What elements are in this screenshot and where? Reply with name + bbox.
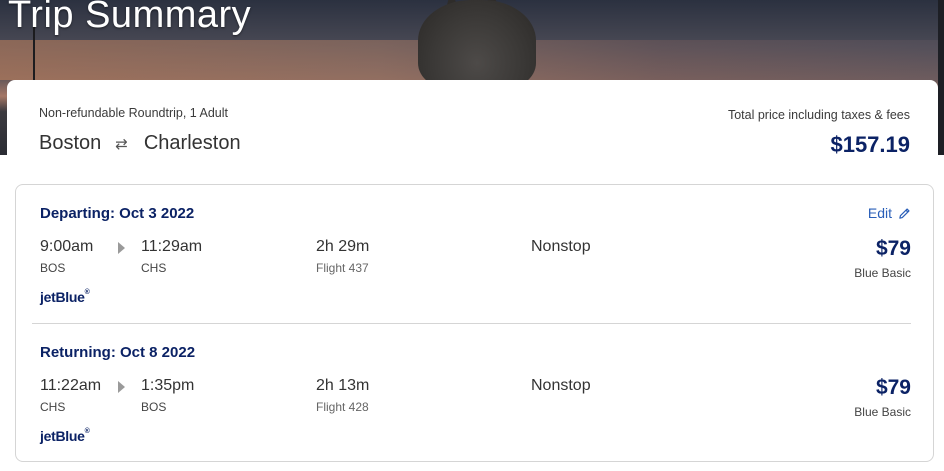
flights-box: Departing: Oct 3 2022 Edit 9:00am 11:29a… bbox=[15, 184, 934, 462]
edit-label: Edit bbox=[867, 205, 892, 221]
returning-segment: Returning: Oct 8 2022 11:22am 1:35pm CHS… bbox=[16, 324, 933, 462]
returning-title: Returning: Oct 8 2022 bbox=[40, 344, 196, 361]
airline-logo: jetBlue® bbox=[40, 289, 90, 305]
arrow-right-icon bbox=[118, 381, 125, 393]
arrive-airport-code: CHS bbox=[141, 261, 167, 275]
edit-button[interactable]: Edit bbox=[868, 205, 911, 221]
departing-segment: Departing: Oct 3 2022 Edit 9:00am 11:29a… bbox=[16, 185, 933, 323]
page-title: Trip Summary bbox=[8, 0, 252, 36]
flight-number: Flight 428 bbox=[316, 400, 369, 414]
segment-price: $79 bbox=[875, 237, 911, 260]
pencil-icon bbox=[899, 207, 910, 219]
airline-logo: jetBlue® bbox=[40, 428, 90, 444]
trip-type-label: Non-refundable Roundtrip, 1 Adult bbox=[39, 106, 229, 120]
depart-time: 11:22am bbox=[40, 377, 102, 394]
arrive-time: 1:35pm bbox=[141, 377, 195, 394]
flight-duration: 2h 29m bbox=[316, 238, 370, 255]
flight-duration: 2h 13m bbox=[316, 377, 370, 394]
total-price: $157.19 bbox=[830, 132, 910, 157]
fare-class: Blue Basic bbox=[854, 266, 911, 280]
arrive-time: 11:29am bbox=[141, 238, 203, 255]
fare-class: Blue Basic bbox=[854, 405, 911, 419]
destination-city: Charleston bbox=[143, 132, 241, 154]
total-price-label: Total price including taxes & fees bbox=[727, 108, 910, 122]
route: Boston ⇄ Charleston bbox=[39, 132, 241, 155]
flight-number: Flight 437 bbox=[316, 261, 369, 275]
origin-city: Boston bbox=[39, 132, 102, 154]
depart-airport-code: BOS bbox=[40, 261, 66, 275]
stops-label: Nonstop bbox=[531, 238, 591, 255]
departing-title: Departing: Oct 3 2022 bbox=[40, 205, 195, 222]
depart-airport-code: CHS bbox=[40, 400, 66, 414]
stops-label: Nonstop bbox=[531, 377, 591, 394]
swap-arrows-icon: ⇄ bbox=[115, 135, 128, 153]
trip-summary-card: Non-refundable Roundtrip, 1 Adult Boston… bbox=[7, 80, 938, 471]
depart-time: 9:00am bbox=[40, 238, 94, 255]
pineapple-fountain bbox=[418, 0, 536, 90]
segment-price: $79 bbox=[875, 376, 911, 399]
arrive-airport-code: BOS bbox=[141, 400, 167, 414]
hero-edge bbox=[938, 0, 944, 155]
arrow-right-icon bbox=[118, 242, 125, 254]
